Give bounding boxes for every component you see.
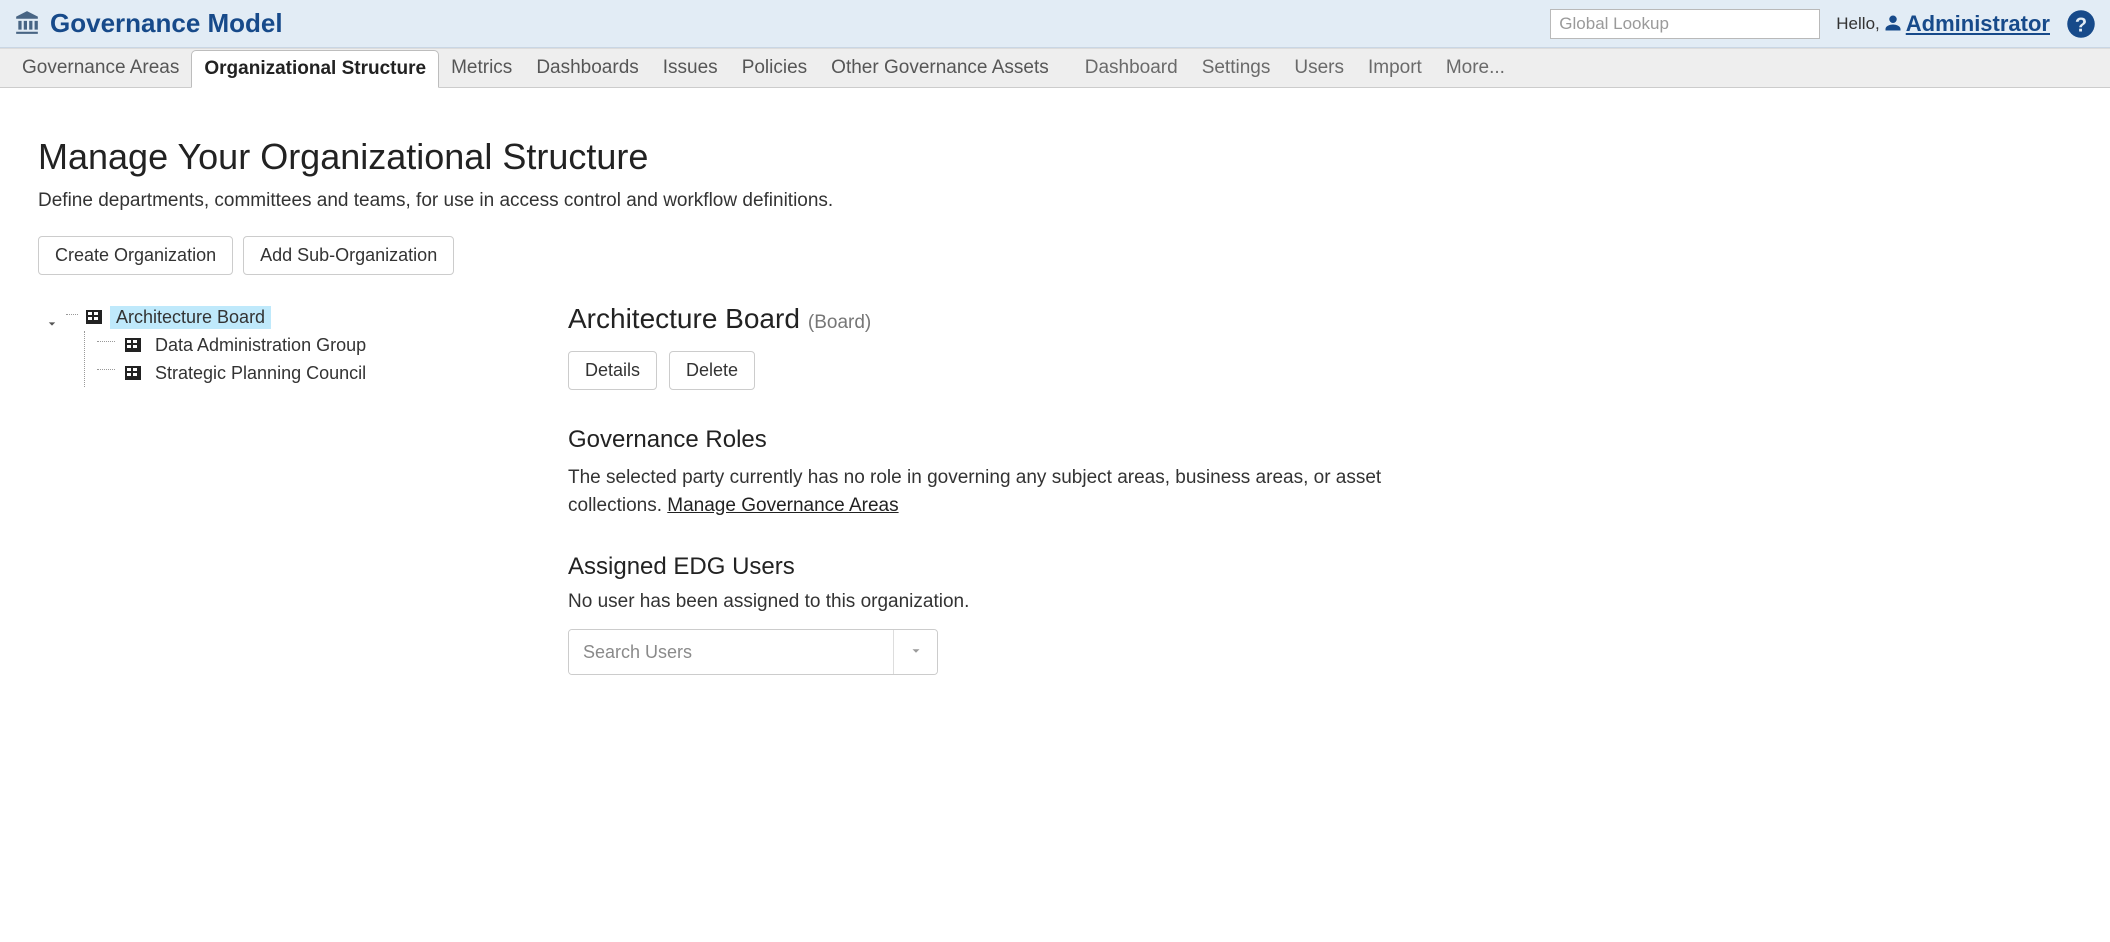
detail-actions: Details Delete <box>568 351 2072 390</box>
building-icon <box>125 366 141 380</box>
details-button[interactable]: Details <box>568 351 657 390</box>
topbar-right: Hello, Administrator ? <box>1550 9 2096 39</box>
governance-roles-heading: Governance Roles <box>568 426 2072 454</box>
delete-button[interactable]: Delete <box>669 351 755 390</box>
detail-title-text: Architecture Board <box>568 303 800 335</box>
svg-text:?: ? <box>2075 14 2087 36</box>
governance-icon <box>14 9 40 38</box>
app-title: Governance Model <box>50 8 283 39</box>
tab-issues[interactable]: Issues <box>651 49 730 87</box>
tab-dashboard[interactable]: Dashboard <box>1073 49 1190 87</box>
tree-connector <box>66 314 78 315</box>
help-icon[interactable]: ? <box>2066 9 2096 39</box>
manage-governance-areas-link[interactable]: Manage Governance Areas <box>667 495 898 516</box>
search-users-dropdown-button[interactable] <box>893 630 937 674</box>
detail-panel: Architecture Board (Board) Details Delet… <box>568 303 2072 675</box>
tree-root-label[interactable]: Architecture Board <box>110 306 271 329</box>
tree-root-node[interactable]: Architecture Board <box>48 303 528 331</box>
tree-child-group: Data Administration Group Strategic Plan… <box>84 331 528 387</box>
tab-governance-areas[interactable]: Governance Areas <box>10 49 191 87</box>
assigned-users-heading: Assigned EDG Users <box>568 553 2072 581</box>
user-greeting: Hello, Administrator <box>1836 11 2050 37</box>
add-sub-organization-button[interactable]: Add Sub-Organization <box>243 236 454 275</box>
hello-prefix: Hello, <box>1836 14 1879 34</box>
user-icon <box>1884 12 1902 35</box>
create-organization-button[interactable]: Create Organization <box>38 236 233 275</box>
tab-users[interactable]: Users <box>1282 49 1356 87</box>
topbar-left: Governance Model <box>14 8 283 39</box>
tree-child-node[interactable]: Data Administration Group <box>97 331 528 359</box>
governance-roles-text: The selected party currently has no role… <box>568 464 1428 519</box>
tab-organizational-structure[interactable]: Organizational Structure <box>191 50 439 88</box>
building-icon <box>125 338 141 352</box>
tree-connector <box>97 369 115 370</box>
detail-title: Architecture Board (Board) <box>568 303 2072 335</box>
assigned-users-empty: No user has been assigned to this organi… <box>568 591 2072 613</box>
tab-metrics[interactable]: Metrics <box>439 49 524 87</box>
tree-expand-icon[interactable] <box>48 312 58 322</box>
tab-settings[interactable]: Settings <box>1190 49 1283 87</box>
tree-connector <box>97 341 115 342</box>
tab-bar: Governance Areas Organizational Structur… <box>0 48 2110 88</box>
global-lookup-input[interactable] <box>1550 9 1820 39</box>
top-bar: Governance Model Hello, Administrator ? <box>0 0 2110 48</box>
tab-more[interactable]: More... <box>1434 49 1517 87</box>
org-tree: Architecture Board Data Administration G… <box>38 303 528 675</box>
chevron-down-icon <box>909 644 923 661</box>
main-content: Manage Your Organizational Structure Def… <box>0 88 2110 723</box>
page-subtitle: Define departments, committees and teams… <box>38 190 2072 212</box>
tab-other-governance-assets[interactable]: Other Governance Assets <box>819 49 1061 87</box>
detail-type: (Board) <box>808 312 871 334</box>
search-users-combo[interactable] <box>568 629 938 675</box>
user-link[interactable]: Administrator <box>1906 11 2050 37</box>
tree-child-label[interactable]: Data Administration Group <box>149 334 372 357</box>
tab-import[interactable]: Import <box>1356 49 1434 87</box>
page-title: Manage Your Organizational Structure <box>38 136 2072 178</box>
tree-child-node[interactable]: Strategic Planning Council <box>97 359 528 387</box>
tree-child-label[interactable]: Strategic Planning Council <box>149 362 372 385</box>
tab-dashboards[interactable]: Dashboards <box>524 49 650 87</box>
building-icon <box>86 310 102 324</box>
search-users-input[interactable] <box>569 630 893 674</box>
tab-policies[interactable]: Policies <box>730 49 819 87</box>
page-actions: Create Organization Add Sub-Organization <box>38 236 2072 275</box>
